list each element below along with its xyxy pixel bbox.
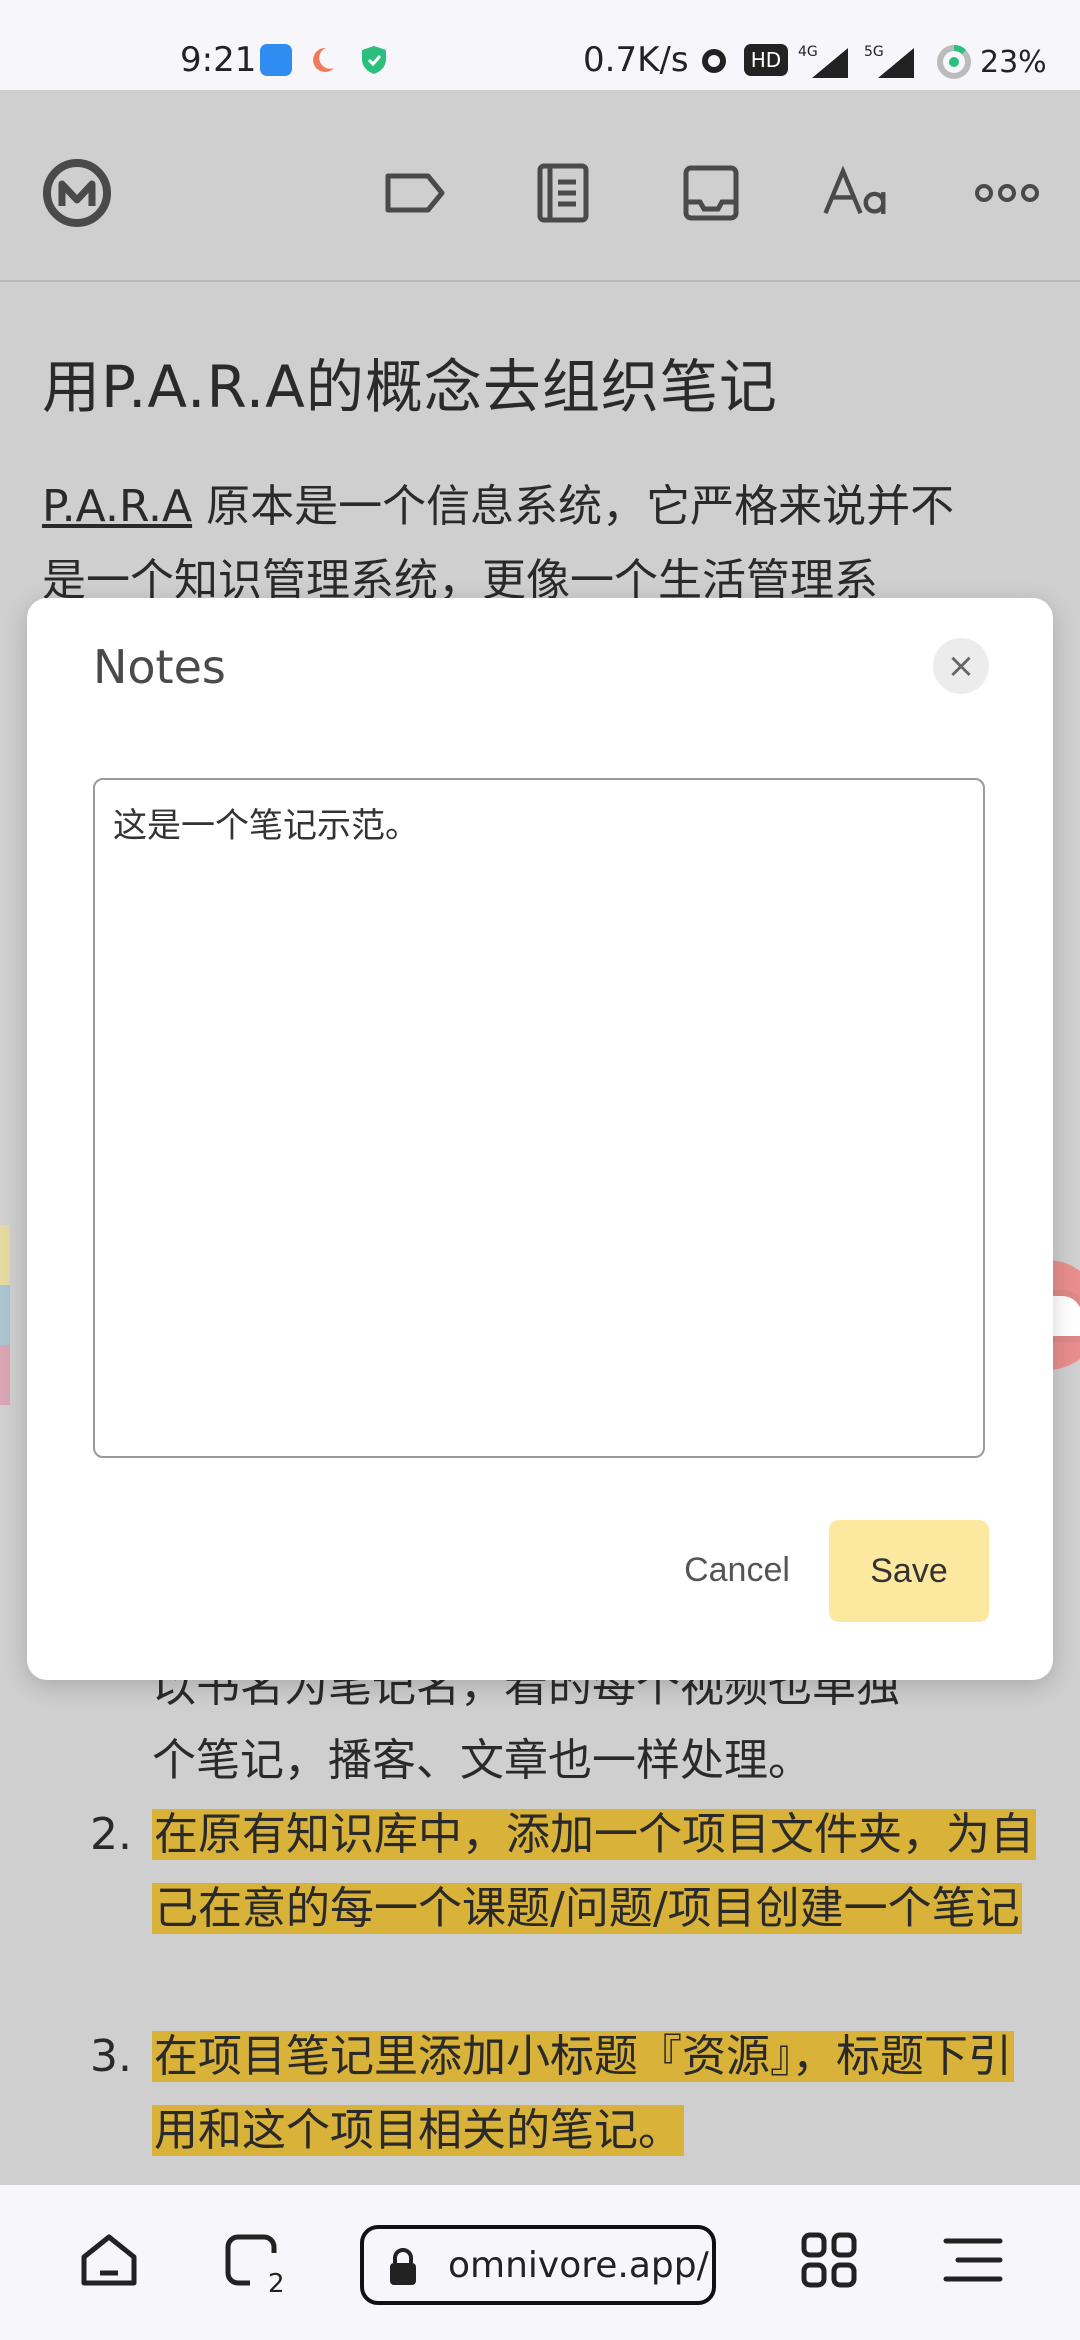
list-partial-line2: 个笔记，播客、文章也一样处理。 bbox=[152, 1735, 812, 1786]
shield-icon bbox=[358, 44, 390, 76]
highlighted-text[interactable]: 在原有知识库中，添加一个项目文件夹，为自己在意的每一个课题/问题/项目创建一个笔… bbox=[152, 1809, 1036, 1934]
tab-count: 2 bbox=[268, 2269, 285, 2299]
para-line1: 原本是一个信息系统，它严格来说并不 bbox=[192, 481, 955, 532]
svg-text:5G: 5G bbox=[864, 44, 884, 60]
browser-bottom-bar: 2 omnivore.app/ bbox=[0, 2185, 1080, 2340]
hd-icon: HD bbox=[744, 44, 788, 76]
notebook-icon[interactable] bbox=[528, 158, 598, 228]
highlight-strip-pink bbox=[0, 1345, 10, 1405]
grid-icon[interactable] bbox=[796, 2227, 862, 2293]
status-time: 9:21 bbox=[180, 40, 257, 80]
app-icon-blue bbox=[260, 44, 292, 76]
status-bar: 9:21 0.7K/s HD 4G 5G 23% bbox=[0, 0, 1080, 90]
omnivore-logo-icon[interactable] bbox=[42, 158, 112, 228]
signal-5g-icon: 5G bbox=[864, 44, 918, 78]
highlight-strip-yellow bbox=[0, 1225, 10, 1285]
net-speed: 0.7K/s bbox=[583, 40, 689, 80]
moon-icon bbox=[306, 44, 338, 76]
close-icon[interactable]: × bbox=[933, 638, 989, 694]
svg-text:4G: 4G bbox=[798, 44, 818, 60]
para-link[interactable]: P.A.R.A bbox=[42, 481, 192, 532]
menu-icon[interactable] bbox=[940, 2227, 1006, 2293]
dialog-title: Notes bbox=[93, 640, 226, 694]
list-number: 2. bbox=[90, 1809, 132, 1860]
list-number: 3. bbox=[90, 2031, 132, 2082]
save-button[interactable]: Save bbox=[829, 1520, 989, 1622]
highlight-strip-blue bbox=[0, 1285, 10, 1345]
cancel-button[interactable]: Cancel bbox=[647, 1520, 827, 1620]
note-textarea[interactable]: 这是一个笔记示范。 bbox=[93, 778, 985, 1458]
more-icon[interactable] bbox=[972, 158, 1042, 228]
notes-dialog: Notes × 这是一个笔记示范。 Cancel Save bbox=[27, 598, 1053, 1680]
font-icon[interactable] bbox=[822, 158, 902, 228]
battery-ring-icon bbox=[936, 44, 971, 79]
inbox-icon[interactable] bbox=[676, 158, 746, 228]
url-bar[interactable]: omnivore.app/ bbox=[360, 2225, 716, 2305]
battery-percent: 23% bbox=[980, 45, 1047, 80]
url-text: omnivore.app/ bbox=[448, 2245, 709, 2286]
article-title: 用P.A.R.A的概念去组织笔记 bbox=[42, 353, 778, 421]
article-paragraph: P.A.R.A 原本是一个信息系统，它严格来说并不 是一个知识管理系统，更像一个… bbox=[42, 470, 1042, 618]
signal-4g-icon: 4G bbox=[798, 44, 852, 78]
alarm-icon bbox=[698, 44, 730, 76]
lock-icon bbox=[390, 2248, 416, 2285]
label-icon[interactable] bbox=[380, 158, 450, 228]
highlighted-text[interactable]: 在项目笔记里添加小标题『资源』，标题下引用和这个项目相关的笔记。 bbox=[152, 2031, 1014, 2156]
home-icon[interactable] bbox=[76, 2227, 142, 2293]
reader-toolbar bbox=[0, 90, 1080, 282]
